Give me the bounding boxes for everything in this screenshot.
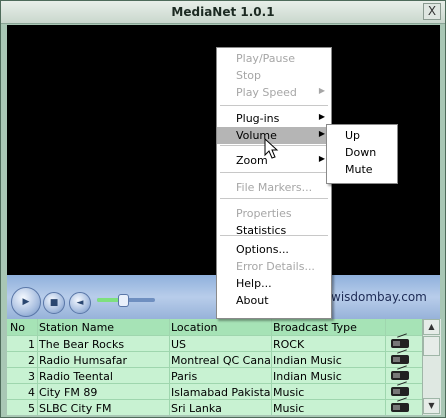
stop-button[interactable]: ■ [43,292,65,314]
table-scrollbar[interactable]: ▲ ▼ [422,319,441,415]
menu-item-label: File Markers... [236,181,313,194]
cell-station-name: SLBC City FM [39,402,112,415]
radio-icon[interactable] [391,339,409,348]
cell-broadcast-type: Indian Music [273,370,342,383]
menu-item-error-details[interactable]: Error Details... [217,258,331,275]
submenu-arrow-icon: ▶ [318,129,325,138]
table-row[interactable]: 4 City FM 89 Islamabad Pakistan Music [7,383,422,400]
close-button[interactable]: X [423,3,441,20]
menu-item-properties[interactable]: Properties [217,205,331,222]
cell-broadcast-type: ROCK [273,338,305,351]
menu-separator [220,235,328,237]
table-row[interactable]: 1 The Bear Rocks US ROCK [7,335,422,352]
cell-location: Paris [171,370,198,383]
submenu-arrow-icon: ▶ [318,112,325,121]
stop-icon: ■ [49,298,59,308]
scroll-down-icon: ▼ [428,401,435,410]
menu-item-label: About [236,294,269,307]
menu-item-label: Error Details... [236,260,315,273]
menu-item-play-speed[interactable]: Play Speed ▶ [217,84,331,101]
play-icon: ▶ [22,297,30,307]
column-header-location[interactable]: Location [171,321,271,334]
column-divider [169,319,170,415]
menu-item-label: Options... [236,243,289,256]
cell-location: US [171,338,187,351]
submenu-item-up[interactable]: Up [327,127,397,144]
menu-separator [220,105,328,107]
cell-no: 5 [28,402,35,415]
radio-icon[interactable] [391,355,409,364]
radio-icon[interactable] [391,371,409,380]
cell-broadcast-type: Music [273,386,305,399]
submenu-item-label: Mute [345,163,373,176]
cell-no: 4 [28,386,35,399]
speaker-icon: ◄ [76,298,84,308]
submenu-item-label: Down [345,146,377,159]
column-divider [37,319,38,415]
submenu-arrow-icon: ▶ [318,154,325,163]
mouse-cursor-icon [264,138,279,159]
scroll-up-icon: ▲ [428,322,435,331]
table-row[interactable]: 2 Radio Humsafar Montreal QC Canad Indian M… [7,351,422,368]
radio-icon[interactable] [391,403,409,412]
cell-station-name: The Bear Rocks [39,338,125,351]
radio-icon[interactable] [391,387,409,396]
table-row[interactable]: 5 SLBC City FM Sri Lanka Music [7,399,422,415]
scroll-up-button[interactable]: ▲ [423,319,440,335]
submenu-item-down[interactable]: Down [327,144,397,161]
menu-item-label: Stop [236,69,262,82]
submenu-arrow-icon: ▶ [318,86,325,95]
column-header-name[interactable]: Station Name [39,321,169,334]
menu-item-file-markers[interactable]: File Markers... [217,179,331,196]
volume-slider-handle[interactable] [118,294,129,307]
menu-item-about[interactable]: About [217,292,331,309]
cell-station-name: City FM 89 [39,386,98,399]
column-divider [271,319,272,415]
table-row[interactable]: 3 Radio Teental Paris Indian Music [7,367,422,384]
menu-item-label: Help... [236,277,272,290]
menu-item-label: Play/Pause [236,52,295,65]
mute-button[interactable]: ◄ [69,292,91,314]
menu-item-plug-ins[interactable]: Plug-ins ▶ [217,110,331,127]
menu-separator [220,198,328,200]
menu-item-label: Properties [236,207,292,220]
column-header-type[interactable]: Broadcast Type [273,321,385,334]
cell-station-name: Radio Humsafar [39,354,127,367]
cell-station-name: Radio Teental [39,370,113,383]
menu-separator [220,172,328,174]
context-menu: Play/Pause Stop Play Speed ▶ Plug-ins ▶ Volume… [216,47,332,319]
cell-broadcast-type: Indian Music [273,354,342,367]
menu-item-help[interactable]: Help... [217,275,331,292]
menu-item-label: Plug-ins [236,112,280,125]
cell-location: Sri Lanka [171,402,222,415]
cell-location: Montreal QC Canad [171,354,271,367]
volume-submenu: Up Down Mute [326,124,398,184]
app-window: MediaNet 1.0.1 X ▶ ■ ◄ wisdombay.com No … [0,0,446,418]
cell-location: Islamabad Pakistan [171,386,271,399]
menu-item-options[interactable]: Options... [217,241,331,258]
cell-no: 2 [28,354,35,367]
cell-no: 3 [28,370,35,383]
column-divider [385,319,386,415]
title-bar[interactable]: MediaNet 1.0.1 X [1,1,445,24]
scroll-down-button[interactable]: ▼ [423,398,440,414]
station-table: No Station Name Location Broadcast Type … [7,319,440,415]
menu-item-label: Play Speed [236,86,297,99]
scroll-thumb[interactable] [423,336,440,356]
table-header: No Station Name Location Broadcast Type [7,319,422,335]
cell-broadcast-type: Music [273,402,305,415]
menu-item-stop[interactable]: Stop [217,67,331,84]
menu-item-label: Zoom [236,154,268,167]
brand-text: wisdombay.com [331,290,427,304]
menu-item-play-pause[interactable]: Play/Pause [217,50,331,67]
play-button[interactable]: ▶ [11,287,41,317]
column-header-no[interactable]: No [10,321,38,334]
submenu-item-mute[interactable]: Mute [327,161,397,178]
window-title: MediaNet 1.0.1 [171,5,275,19]
cell-no: 1 [28,338,35,351]
submenu-item-label: Up [345,129,361,142]
